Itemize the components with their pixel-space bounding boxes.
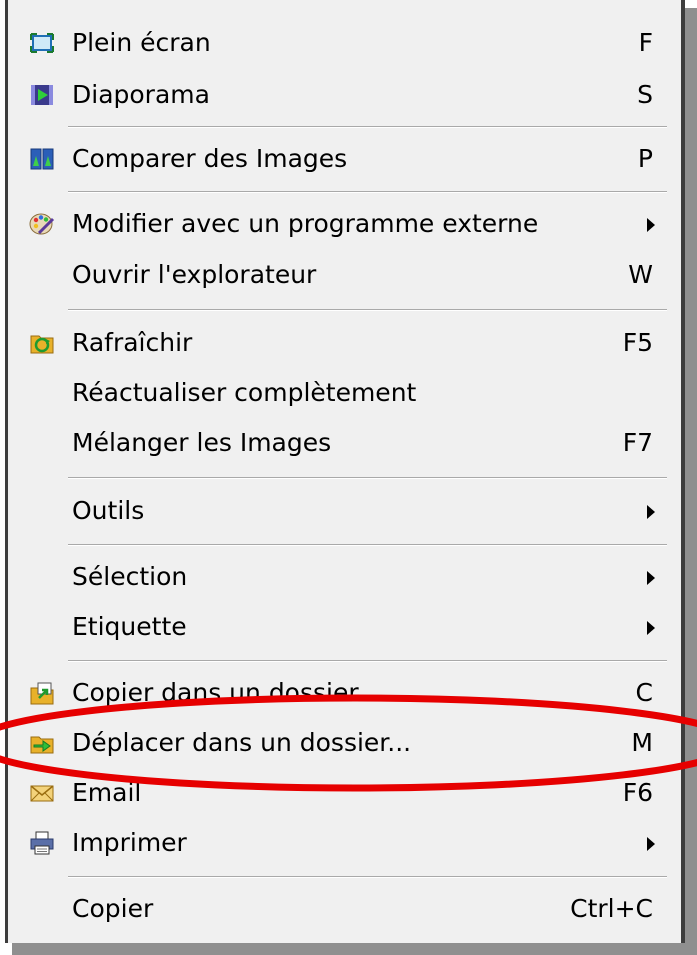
menu-item-print[interactable]: Imprimer — [8, 818, 681, 868]
menu-item-shortcut: C — [635, 678, 653, 707]
submenu-arrow-icon — [647, 571, 655, 585]
menu-item-label: Imprimer — [72, 828, 187, 857]
menu-item-label: Déplacer dans un dossier... — [72, 728, 412, 757]
menu-item-label-tag[interactable]: Etiquette — [8, 602, 681, 652]
menu-item-label: Mélanger les Images — [72, 428, 332, 457]
slideshow-icon — [29, 82, 55, 108]
compare-images-icon — [29, 146, 55, 172]
menu-item-label: Email — [72, 778, 142, 807]
menu-item-label: Rafraîchir — [72, 328, 193, 357]
menu-item-copy-to-folder[interactable]: Copier dans un dossier... C — [8, 668, 681, 718]
menu-separator — [68, 126, 667, 128]
menu-item-label: Diaporama — [72, 80, 210, 109]
menu-separator — [68, 876, 667, 878]
menu-separator — [68, 544, 667, 546]
menu-item-edit-external[interactable]: Modifier avec un programme externe — [8, 199, 681, 249]
menu-item-shortcut: F5 — [622, 328, 653, 357]
menu-item-shortcut: S — [637, 80, 653, 109]
menu-item-email[interactable]: Email F6 — [8, 768, 681, 818]
menu-item-label: Outils — [72, 496, 145, 525]
copy-to-folder-icon — [29, 680, 55, 706]
menu-item-label: Plein écran — [72, 28, 211, 57]
menu-item-label: Comparer des Images — [72, 144, 348, 173]
menu-item-shortcut: P — [637, 144, 653, 173]
menu-item-label: Sélection — [72, 562, 188, 591]
fullscreen-icon — [29, 30, 55, 56]
submenu-arrow-icon — [647, 621, 655, 635]
refresh-icon — [29, 330, 55, 356]
menu-item-slideshow[interactable]: Diaporama S — [8, 70, 681, 120]
move-to-folder-icon — [29, 730, 55, 756]
menu-item-label: Etiquette — [72, 612, 187, 641]
palette-icon — [29, 211, 55, 237]
submenu-arrow-icon — [647, 837, 655, 851]
printer-icon — [29, 830, 55, 856]
menu-item-label: Copier — [72, 894, 154, 923]
menu-item-tools[interactable]: Outils — [8, 486, 681, 536]
menu-shadow — [685, 8, 697, 955]
menu-item-label: Ouvrir l'explorateur — [72, 260, 317, 289]
menu-item-shortcut: Ctrl+C — [570, 894, 653, 923]
menu-item-move-to-folder[interactable]: Déplacer dans un dossier... M — [8, 718, 681, 768]
menu-item-shortcut: F — [638, 28, 653, 57]
menu-item-fullscreen[interactable]: Plein écran F — [8, 18, 681, 68]
menu-item-refresh[interactable]: Rafraîchir F5 — [8, 318, 681, 368]
menu-shadow — [12, 943, 697, 955]
menu-separator — [68, 477, 667, 479]
context-menu: Plein écran F Diaporama S Comparer des I — [5, 0, 685, 943]
menu-item-selection[interactable]: Sélection — [8, 552, 681, 602]
menu-separator — [68, 191, 667, 193]
menu-item-shortcut: F7 — [622, 428, 653, 457]
menu-item-copy[interactable]: Copier Ctrl+C — [8, 884, 681, 934]
menu-item-open-explorer[interactable]: Ouvrir l'explorateur W — [8, 250, 681, 300]
email-icon — [29, 780, 55, 806]
menu-item-label: Copier dans un dossier... — [72, 678, 381, 707]
menu-item-shuffle-images[interactable]: Mélanger les Images F7 — [8, 418, 681, 468]
submenu-arrow-icon — [647, 505, 655, 519]
menu-item-label: Réactualiser complètement — [72, 378, 417, 407]
menu-separator — [68, 660, 667, 662]
menu-separator — [68, 309, 667, 311]
menu-item-label: Modifier avec un programme externe — [72, 209, 539, 238]
menu-item-shortcut: F6 — [622, 778, 653, 807]
menu-item-shortcut: W — [628, 260, 653, 289]
menu-item-full-reload[interactable]: Réactualiser complètement — [8, 368, 681, 418]
submenu-arrow-icon — [647, 218, 655, 232]
menu-item-shortcut: M — [631, 728, 653, 757]
menu-item-compare-images[interactable]: Comparer des Images P — [8, 134, 681, 184]
